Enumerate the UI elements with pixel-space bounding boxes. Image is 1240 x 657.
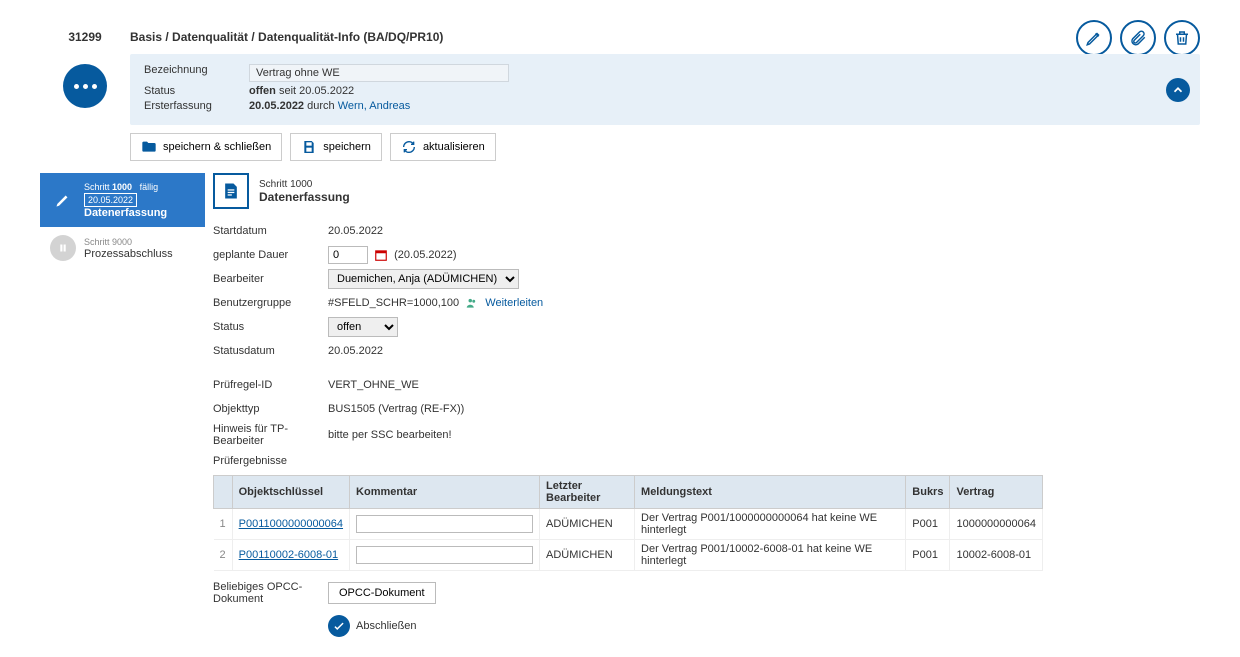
detail-step-no: Schritt 1000 [259,179,350,190]
status-select[interactable]: offen [328,317,398,337]
bearbeiter-select[interactable]: Duemichen, Anja (ADÜMICHEN) [328,269,519,289]
dauer-input[interactable] [328,246,368,264]
pencil-icon [1085,29,1103,47]
erst-user-link[interactable]: Wern, Andreas [338,100,411,112]
check-icon [332,619,346,633]
more-actions-button[interactable] [63,64,107,108]
benutzergruppe-value: #SFELD_SCHR=1000,100 [328,297,459,309]
save-button[interactable]: speichern [290,133,382,161]
save-close-button[interactable]: speichern & schließen [130,133,282,161]
label-startdatum: Startdatum [213,225,328,237]
col-bukrs: Bukrs [906,476,950,509]
label-detail-status: Status [213,321,328,333]
breadcrumb: Basis / Datenqualität / Datenqualität-In… [130,20,1200,44]
label-ersterfassung: Ersterfassung [144,100,249,112]
label-benutzergruppe: Benutzergruppe [213,297,328,309]
statusdatum-value: 20.05.2022 [328,345,383,357]
col-letzter-bearbeiter: Letzter Bearbeiter [540,476,635,509]
dauer-hint: (20.05.2022) [394,249,456,261]
label-prueferg: Prüfergebnisse [213,455,328,467]
record-number: 31299 [40,20,130,44]
step-1000[interactable]: Schritt 1000 fällig 20.05.2022 Datenerfa… [40,173,205,227]
table-row: 1 P0011000000000064 ADÜMICHEN Der Vertra… [214,509,1043,540]
delete-button[interactable] [1164,20,1200,56]
edit-button[interactable] [1076,20,1112,56]
finish-label: Abschließen [356,620,417,632]
opcc-dokument-button[interactable]: OPCC-Dokument [328,582,436,604]
header-info-card: Bezeichnung Status offen seit 20.05.2022… [130,54,1200,125]
refresh-button[interactable]: aktualisieren [390,133,496,161]
label-pruefregel: Prüfregel-ID [213,379,328,391]
label-dauer: geplante Dauer [213,249,328,261]
folder-icon [141,139,157,155]
col-kommentar: Kommentar [350,476,540,509]
table-row: 2 P00110002-6008-01 ADÜMICHEN Der Vertra… [214,540,1043,571]
obj-link[interactable]: P0011000000000064 [239,518,343,530]
label-status: Status [144,85,249,97]
hinweis-value: bitte per SSC bearbeiten! [328,429,452,441]
chevron-up-icon [1171,83,1185,97]
paperclip-icon [1129,29,1147,47]
save-icon [301,139,317,155]
label-bezeichnung: Bezeichnung [144,64,249,82]
trash-icon [1173,29,1191,47]
col-objektschluessel: Objektschlüssel [232,476,349,509]
col-vertrag: Vertrag [950,476,1043,509]
step-9000[interactable]: Schritt 9000 Prozessabschluss [40,227,205,269]
objekttyp-value: BUS1505 (Vertrag (RE-FX)) [328,403,464,415]
pause-icon [58,243,68,253]
col-meldungstext: Meldungstext [635,476,906,509]
collapse-header-button[interactable] [1166,78,1190,102]
document-icon [213,173,249,209]
label-hinweis: Hinweis für TP-Bearbeiter [213,423,328,447]
pencil-icon [55,192,71,208]
pruefregel-value: VERT_OHNE_WE [328,379,419,391]
results-table: Objektschlüssel Kommentar Letzter Bearbe… [213,475,1043,571]
kommentar-input[interactable] [356,546,533,564]
status-value: offen seit 20.05.2022 [249,85,354,97]
refresh-icon [401,139,417,155]
users-icon[interactable] [465,296,479,310]
attachment-button[interactable] [1120,20,1156,56]
ersterfassung-value: 20.05.2022 durch Wern, Andreas [249,100,410,112]
weiterleiten-link[interactable]: Weiterleiten [485,297,543,309]
bezeichnung-input[interactable] [249,64,509,82]
calendar-icon[interactable] [374,248,388,262]
steps-sidebar: Schritt 1000 fällig 20.05.2022 Datenerfa… [40,173,205,637]
kommentar-input[interactable] [356,515,533,533]
detail-title: Datenerfassung [259,190,350,204]
finish-button[interactable] [328,615,350,637]
startdatum-value: 20.05.2022 [328,225,383,237]
label-objekttyp: Objekttyp [213,403,328,415]
label-opcc: Beliebiges OPCC-Dokument [213,581,328,605]
label-bearbeiter: Bearbeiter [213,273,328,285]
label-statusdatum: Statusdatum [213,345,328,357]
